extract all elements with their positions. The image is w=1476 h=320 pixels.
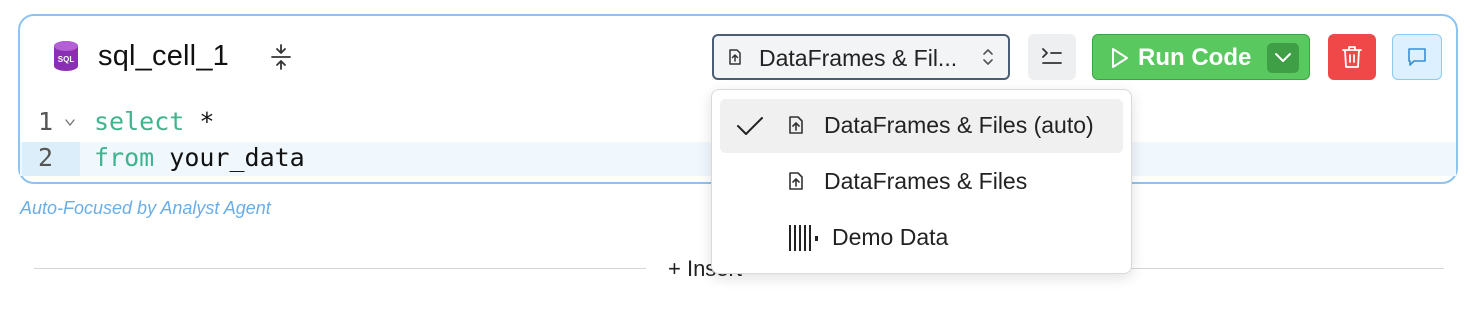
run-options-toggle[interactable]: [1267, 43, 1299, 73]
option-label: DataFrames & Files: [824, 168, 1028, 194]
upload-file-icon: [789, 116, 803, 134]
trash-icon: [1342, 46, 1362, 68]
format-code-button[interactable]: [1028, 34, 1076, 80]
code-keyword: from: [94, 143, 155, 172]
run-code-label: Run Code: [1138, 44, 1252, 71]
sql-icon-text: SQL: [58, 55, 75, 64]
delete-cell-button[interactable]: [1328, 34, 1376, 80]
comment-button[interactable]: [1392, 34, 1442, 80]
collapse-icon[interactable]: [270, 44, 292, 70]
comment-icon: [1408, 48, 1426, 66]
line-number: 2: [38, 143, 54, 172]
upload-file-icon: [789, 172, 803, 190]
chevron-down-icon: [1275, 53, 1291, 62]
line-number: 1: [38, 107, 54, 136]
data-source-select[interactable]: DataFrames & Fil...: [712, 34, 1010, 80]
dropdown-option-demo-data[interactable]: Demo Data: [720, 211, 1123, 265]
data-source-dropdown: DataFrames & Files (auto) DataFrames & F…: [711, 89, 1132, 274]
divider-left: [34, 268, 646, 269]
code-text: *: [184, 107, 215, 136]
sql-database-icon: SQL: [54, 41, 78, 71]
code-text: your_data: [154, 143, 305, 172]
option-label: Demo Data: [832, 224, 949, 250]
cell-title[interactable]: sql_cell_1: [98, 40, 229, 73]
play-icon: [1112, 48, 1128, 68]
select-updown-icon: [983, 49, 993, 65]
code-keyword: select: [94, 107, 185, 136]
data-source-value: DataFrames & Fil...: [759, 45, 958, 71]
upload-file-icon: [729, 49, 741, 65]
format-indent-icon: [1042, 48, 1062, 64]
check-icon: [737, 117, 763, 135]
barcode-icon: [789, 225, 818, 251]
dropdown-option-dataframes-files[interactable]: DataFrames & Files: [720, 155, 1123, 209]
dropdown-option-dataframes-files-auto[interactable]: DataFrames & Files (auto): [720, 99, 1123, 153]
option-label: DataFrames & Files (auto): [824, 112, 1094, 138]
agent-focus-note: Auto-Focused by Analyst Agent: [20, 198, 271, 218]
fold-chevron-icon[interactable]: [64, 119, 76, 127]
run-code-button[interactable]: Run Code: [1092, 34, 1310, 80]
